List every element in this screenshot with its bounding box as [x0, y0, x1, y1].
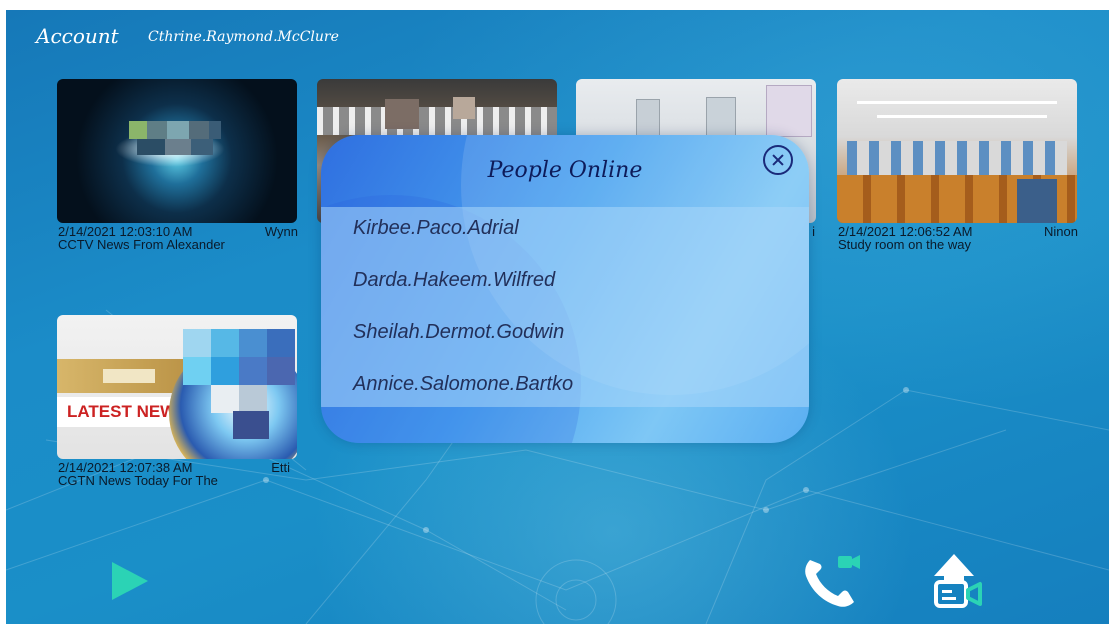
- people-online-dialog: People Online Kirbee.Paco.Adrial Darda.H…: [321, 135, 809, 443]
- play-icon[interactable]: [112, 562, 148, 600]
- video-thumbnail[interactable]: LATEST NEWS: [57, 315, 297, 459]
- account-label: Account: [36, 24, 119, 48]
- people-list: Kirbee.Paco.Adrial Darda.Hakeem.Wilfred …: [321, 207, 809, 407]
- list-item[interactable]: Kirbee.Paco.Adrial: [353, 217, 519, 240]
- list-item[interactable]: Annice.Salomone.Bartko: [353, 373, 573, 396]
- upload-video-icon[interactable]: [930, 552, 986, 612]
- account-name: Cthrine.Raymond.McClure: [148, 29, 339, 45]
- video-tile[interactable]: 2/14/2021 12:06:52 AM Ninon Study room o…: [837, 79, 1078, 251]
- list-item[interactable]: Darda.Hakeem.Wilfred: [353, 269, 555, 292]
- video-thumbnail[interactable]: [837, 79, 1077, 223]
- tile-caption: 2/14/2021 12:06:52 AM Ninon Study room o…: [837, 225, 1078, 251]
- video-tile[interactable]: LATEST NEWS 2/14/2021 12:07:38 AM Etti C…: [57, 315, 297, 487]
- tile-title: Study room on the way: [838, 237, 971, 252]
- tile-user: Ninon: [1044, 224, 1078, 239]
- video-call-icon[interactable]: [802, 554, 864, 610]
- close-icon[interactable]: [763, 145, 793, 175]
- video-thumbnail[interactable]: [57, 79, 297, 223]
- tile-user: Wynn: [264, 224, 298, 239]
- dialog-title: People Online: [487, 158, 643, 183]
- tile-title: CGTN News Today For The: [58, 473, 218, 488]
- tile-caption: 2/14/2021 12:07:38 AM Etti CGTN News Tod…: [57, 461, 298, 487]
- tile-title: CCTV News From Alexander: [58, 237, 225, 252]
- video-tile[interactable]: 2/14/2021 12:03:10 AM Wynn CCTV News Fro…: [57, 79, 298, 251]
- tile-user: Etti: [271, 460, 290, 475]
- tile-user: i: [812, 224, 815, 239]
- tile-caption: 2/14/2021 12:03:10 AM Wynn CCTV News Fro…: [57, 225, 298, 251]
- list-item[interactable]: Sheilah.Dermot.Godwin: [353, 321, 564, 344]
- app-screen: Account Cthrine.Raymond.McClure 2/14/202…: [6, 10, 1109, 624]
